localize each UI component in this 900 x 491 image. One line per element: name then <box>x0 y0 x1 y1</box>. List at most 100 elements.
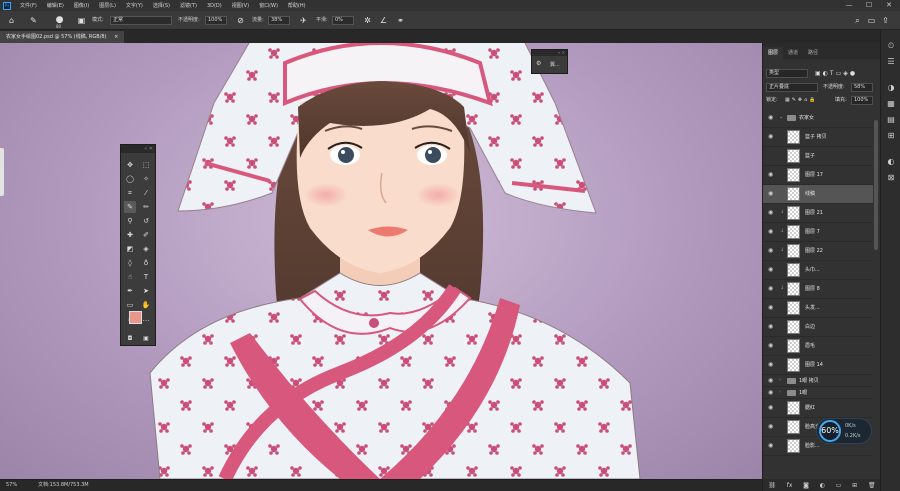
layer-row[interactable]: ◉ 头发... <box>763 299 873 318</box>
visibility-eye-icon[interactable]: ◉ <box>768 114 775 121</box>
delete-layer-icon[interactable]: 🗑 <box>868 482 876 489</box>
menu-view[interactable]: 视图(V) <box>227 2 254 9</box>
quick-mask-icon[interactable]: ◘ <box>124 333 136 345</box>
layer-row[interactable]: ◉ 头巾... <box>763 261 873 280</box>
fill-input[interactable]: 100% <box>851 96 873 105</box>
menu-filter[interactable]: 滤镜(T) <box>175 2 202 9</box>
visibility-eye-icon[interactable]: ◉ <box>768 133 775 140</box>
menu-file[interactable]: 文件(F) <box>15 2 42 9</box>
maximize-button[interactable]: ☐ <box>862 0 876 11</box>
workspace-icon[interactable]: ▭ <box>866 15 877 26</box>
blur-tool-icon[interactable]: ◊ <box>124 257 136 269</box>
lock-icons[interactable]: ▦✎✥⌂🔒 <box>785 95 818 106</box>
tools-panel-header[interactable]: « ✕ <box>121 145 155 153</box>
new-group-icon[interactable]: ▭ <box>836 482 842 489</box>
menu-image[interactable]: 图像(I) <box>69 2 94 9</box>
smoothing-settings-icon[interactable]: ✲ <box>362 15 373 26</box>
mini-panel-header[interactable]: » ✕ <box>532 50 567 56</box>
brush-tool-icon[interactable]: ✎ <box>28 15 39 26</box>
layer-row-selected[interactable]: ◉ 线稿 <box>763 185 873 204</box>
layers-scrollbar[interactable] <box>874 120 878 250</box>
layer-row[interactable]: ◉ 腮红 <box>763 399 873 418</box>
pressure-opacity-icon[interactable]: ⊘ <box>235 15 246 26</box>
smudge-tool-icon[interactable]: ☝ <box>124 271 136 283</box>
visibility-eye-icon[interactable]: ◉ <box>768 190 775 197</box>
close-window-button[interactable]: ✕ <box>882 0 896 11</box>
visibility-eye-icon[interactable]: ◉ <box>768 285 775 292</box>
layer-filter-select[interactable]: 类型 <box>766 69 808 78</box>
layer-group-row[interactable]: ◉ › 1眼 拷贝 <box>763 375 873 387</box>
ps-logo[interactable]: Ps <box>3 1 11 10</box>
move-tool-icon[interactable]: ✥ <box>124 159 136 171</box>
shape-tool-icon[interactable]: ▭ <box>124 299 136 311</box>
visibility-eye-icon[interactable]: ◉ <box>768 152 775 159</box>
visibility-eye-icon[interactable]: ◉ <box>768 304 775 311</box>
visibility-eye-icon[interactable]: ◉ <box>768 171 775 178</box>
marquee-tool-icon[interactable]: ⬚ <box>140 159 152 171</box>
menu-3d[interactable]: 3D(D) <box>202 3 227 9</box>
dodge-tool-icon[interactable]: ♁ <box>140 257 152 269</box>
eyedropper-tool-icon[interactable]: ⁄ <box>140 187 152 199</box>
healing-tool-icon[interactable]: ✚ <box>124 229 136 241</box>
hand-tool-icon[interactable]: ✋ <box>140 299 152 311</box>
tab-channels[interactable]: 通道 <box>783 47 803 59</box>
crop-tool-icon[interactable]: ⌗ <box>124 187 136 199</box>
visibility-eye-icon[interactable]: ◉ <box>768 247 775 254</box>
visibility-eye-icon[interactable]: ◉ <box>768 389 775 396</box>
adjustments-panel-icon[interactable]: ◐ <box>885 156 897 168</box>
patterns-panel-icon[interactable]: ⊞ <box>885 130 897 142</box>
layer-row[interactable]: ◉ ↓ 图层 22 <box>763 242 873 261</box>
document-tab[interactable]: 农家女手绘图02.psd @ 57% (线稿, RGB/8) × <box>0 31 125 43</box>
share-icon[interactable]: ⇪ <box>880 15 891 26</box>
group-expand-icon[interactable]: › <box>779 389 781 395</box>
link-layers-icon[interactable]: ⛓ <box>768 482 776 489</box>
history-brush-tool-icon[interactable]: ↺ <box>140 215 152 227</box>
libraries-panel-icon[interactable]: ⊠ <box>885 172 897 184</box>
foreground-color-swatch[interactable] <box>129 311 142 324</box>
layer-row[interactable]: ◉ 白边 <box>763 318 873 337</box>
filter-icons[interactable]: ▣◐T▭◈● <box>815 68 857 79</box>
visibility-eye-icon[interactable]: ◉ <box>768 228 775 235</box>
mode-select[interactable]: 正常 <box>110 16 172 25</box>
blend-mode-select[interactable]: 正片叠底 <box>766 83 818 92</box>
new-layer-icon[interactable]: ⊞ <box>852 482 857 489</box>
canvas[interactable] <box>0 43 762 479</box>
close-tab-icon[interactable]: × <box>114 34 118 40</box>
opacity-input[interactable]: 100% <box>205 16 227 25</box>
layer-row[interactable]: ◉ 篮子 拷贝 <box>763 128 873 147</box>
layer-row[interactable]: ◉ ↓ 图层 21 <box>763 204 873 223</box>
eraser-tool-icon[interactable]: ◩ <box>124 243 136 255</box>
layer-opacity-input[interactable]: 58% <box>851 83 873 92</box>
gradient-panel-icon[interactable]: ▤ <box>885 114 897 126</box>
home-icon[interactable]: ⌂ <box>6 15 17 26</box>
properties-icon[interactable]: ⚙ <box>536 60 541 67</box>
layer-group-row[interactable]: ◉ ⌄ 农家女 <box>763 109 873 128</box>
layer-row[interactable]: ◉ 篮子 <box>763 147 873 166</box>
visibility-eye-icon[interactable]: ◉ <box>768 377 775 384</box>
layer-style-icon[interactable]: fx <box>787 482 793 489</box>
screen-mode-icon[interactable]: ▣ <box>140 333 152 345</box>
smooth-input[interactable]: 0% <box>332 16 354 25</box>
group-expand-icon[interactable]: ⌄ <box>779 114 783 120</box>
minimize-button[interactable]: — <box>842 0 856 11</box>
document-info[interactable]: 文档:153.8M/753.3M <box>38 480 89 491</box>
menu-window[interactable]: 窗口(W) <box>254 2 283 9</box>
properties-panel-icon[interactable]: ☰ <box>885 56 897 68</box>
pen-tool-icon[interactable]: ✒ <box>124 285 136 297</box>
angle-icon[interactable]: ∠ <box>378 15 389 26</box>
menu-type[interactable]: 文字(Y) <box>121 2 148 9</box>
lasso-tool-icon[interactable]: ◯ <box>124 173 136 185</box>
visibility-eye-icon[interactable]: ◉ <box>768 342 775 349</box>
brush-tool-icon[interactable]: ✎ <box>124 201 136 213</box>
layer-row[interactable]: ◉ ↓ 图层 7 <box>763 223 873 242</box>
history-panel-icon[interactable]: ⏲ <box>885 40 897 52</box>
menu-edit[interactable]: 编辑(E) <box>42 2 69 9</box>
adjustment-layer-icon[interactable]: ◐ <box>820 482 825 489</box>
swatches-panel-icon[interactable]: ▦ <box>885 98 897 110</box>
pencil-tool-icon[interactable]: ✏ <box>140 201 152 213</box>
tab-paths[interactable]: 路径 <box>803 47 823 59</box>
menu-help[interactable]: 帮助(H) <box>283 2 311 9</box>
clone-stamp-tool-icon[interactable]: ⚲ <box>124 215 136 227</box>
visibility-eye-icon[interactable]: ◉ <box>768 423 775 430</box>
symmetry-icon[interactable]: ⚭ <box>395 15 406 26</box>
